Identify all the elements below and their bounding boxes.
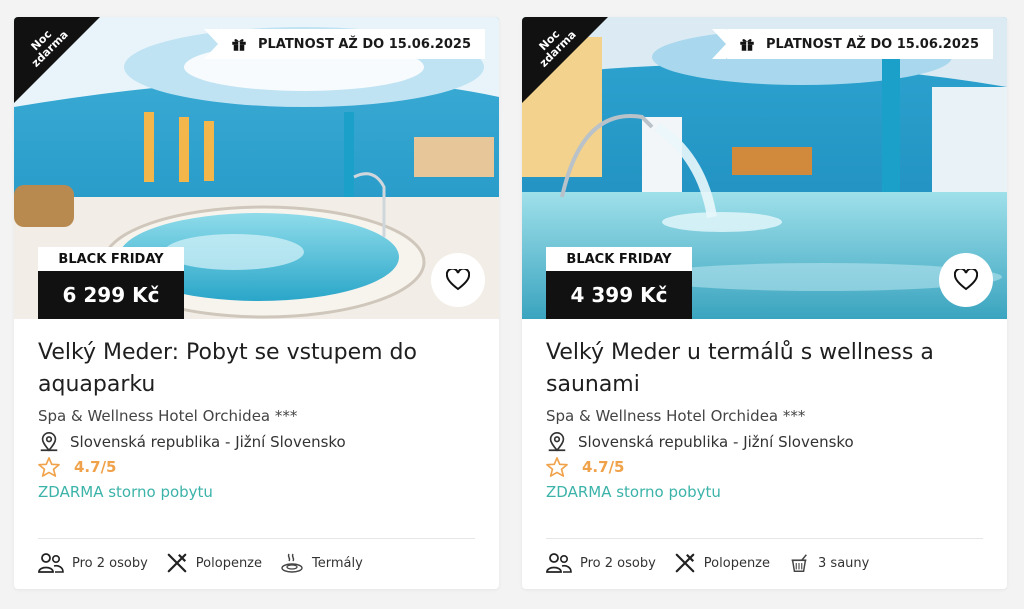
location-text: Slovenská republika - Jižní Slovensko <box>70 433 346 451</box>
amenity-label: Termály <box>312 555 363 571</box>
favorite-button[interactable] <box>939 253 993 307</box>
fork-knife-icon <box>167 553 187 573</box>
rating-row: 4.7/5 <box>546 457 983 477</box>
gift-icon <box>740 39 754 51</box>
amenities-row: Pro 2 osoby Polopenze Termály <box>38 547 381 579</box>
amenity-board: Polopenze <box>674 547 770 579</box>
offer-card[interactable]: Noc zdarma PLATNOST AŽ DO 15.06.2025 BLA… <box>14 17 499 589</box>
amenity-label: Pro 2 osoby <box>72 555 148 571</box>
sauna-bucket-icon <box>791 554 807 572</box>
amenity-label: 3 sauny <box>818 555 870 571</box>
hotel-name: Spa & Wellness Hotel Orchidea *** <box>546 407 806 425</box>
rating-value: 4.7/5 <box>74 458 117 476</box>
black-friday-badge: BLACK FRIDAY <box>546 247 692 271</box>
offer-photo[interactable]: Noc zdarma PLATNOST AŽ DO 15.06.2025 BLA… <box>522 17 1007 319</box>
amenity-persons: Pro 2 osoby <box>546 547 656 579</box>
amenities-row: Pro 2 osoby Polopenze 3 sauny <box>546 547 887 579</box>
offer-title[interactable]: Velký Meder u termálů s wellness a sauna… <box>546 337 983 401</box>
location-text: Slovenská republika - Jižní Slovensko <box>578 433 854 451</box>
gift-icon <box>232 39 246 51</box>
people-icon <box>38 553 64 573</box>
rating-row: 4.7/5 <box>38 457 475 477</box>
map-pin-icon <box>548 432 566 452</box>
amenity-persons: Pro 2 osoby <box>38 547 148 579</box>
location-row: Slovenská republika - Jižní Slovensko <box>38 431 475 453</box>
amenity-sauna: 3 sauny <box>788 547 869 579</box>
price-badge: 6 299 Kč <box>38 271 184 319</box>
amenity-label: Pro 2 osoby <box>580 555 656 571</box>
favorite-button[interactable] <box>431 253 485 307</box>
free-cancellation: ZDARMA storno pobytu <box>38 483 213 501</box>
star-icon <box>38 457 60 477</box>
hotel-name: Spa & Wellness Hotel Orchidea *** <box>38 407 298 425</box>
heart-icon <box>954 269 978 291</box>
amenity-label: Polopenze <box>703 555 771 571</box>
validity-text: PLATNOST AŽ DO 15.06.2025 <box>257 36 471 52</box>
map-pin-icon <box>40 432 58 452</box>
validity-text: PLATNOST AŽ DO 15.06.2025 <box>765 36 979 52</box>
star-icon <box>546 457 568 477</box>
free-cancellation: ZDARMA storno pobytu <box>546 483 721 501</box>
divider <box>546 538 983 539</box>
location-row: Slovenská republika - Jižní Slovensko <box>546 431 983 453</box>
fork-knife-icon <box>675 553 695 573</box>
amenity-label: Polopenze <box>195 555 263 571</box>
price-badge: 4 399 Kč <box>546 271 692 319</box>
offer-photo[interactable]: Noc zdarma PLATNOST AŽ DO 15.06.2025 BLA… <box>14 17 499 319</box>
black-friday-badge: BLACK FRIDAY <box>38 247 184 271</box>
divider <box>38 538 475 539</box>
validity-badge: PLATNOST AŽ DO 15.06.2025 <box>203 29 485 59</box>
heart-icon <box>446 269 470 291</box>
people-icon <box>546 553 572 573</box>
amenity-board: Polopenze <box>166 547 262 579</box>
validity-badge: PLATNOST AŽ DO 15.06.2025 <box>711 29 993 59</box>
offer-card[interactable]: Noc zdarma PLATNOST AŽ DO 15.06.2025 BLA… <box>522 17 1007 589</box>
amenity-thermal: Termály <box>280 547 363 579</box>
rating-value: 4.7/5 <box>582 458 625 476</box>
offer-details: Velký Meder: Pobyt se vstupem do aquapar… <box>38 337 475 501</box>
offer-details: Velký Meder u termálů s wellness a sauna… <box>546 337 983 501</box>
offer-title[interactable]: Velký Meder: Pobyt se vstupem do aquapar… <box>38 337 475 401</box>
thermal-spa-icon <box>281 553 303 573</box>
